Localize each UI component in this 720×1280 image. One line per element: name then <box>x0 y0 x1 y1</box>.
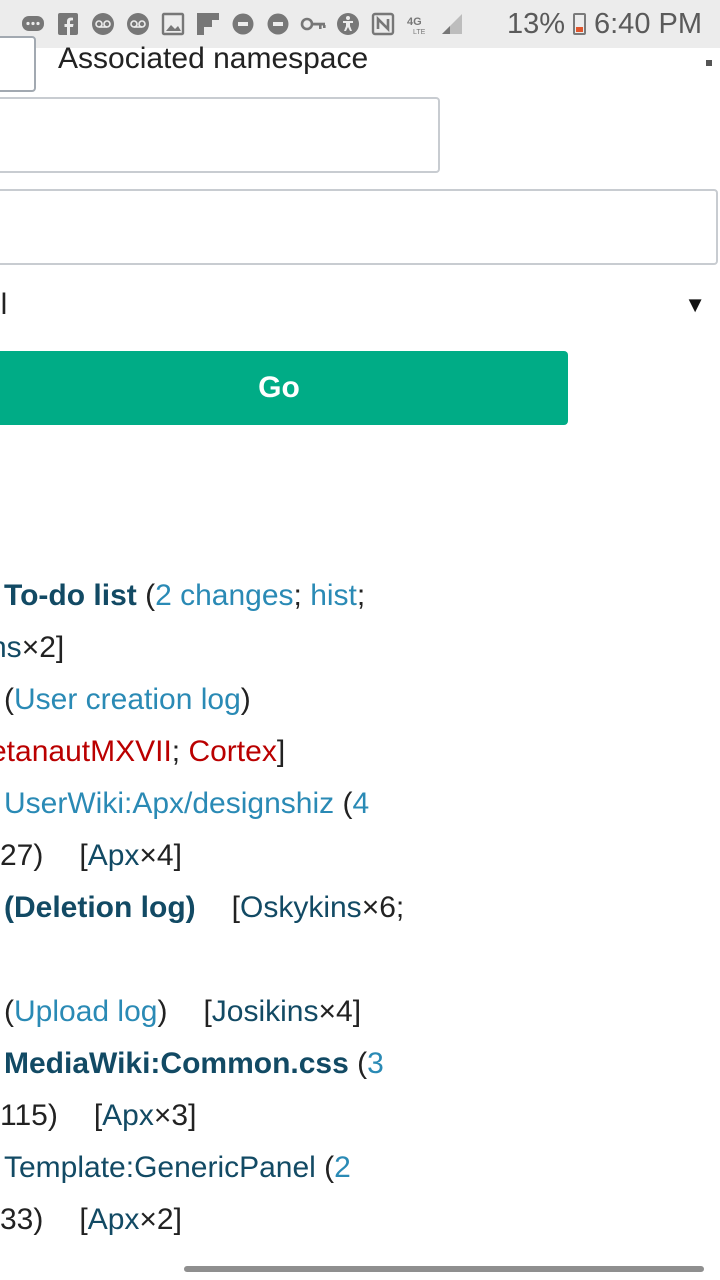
signal-icon <box>440 12 466 36</box>
change-text: ( <box>4 995 14 1028</box>
go-button[interactable]: Go <box>0 351 568 425</box>
change-line: ns×2] <box>0 622 64 674</box>
change-link[interactable]: etanautMXVII <box>0 735 172 768</box>
voicemail-icon <box>125 12 151 36</box>
clock: 6:40 PM <box>594 7 702 40</box>
circle-minus-icon <box>265 12 291 36</box>
change-text: ) <box>157 995 168 1028</box>
change-text: ; <box>356 579 366 612</box>
change-text: ×2] <box>21 631 65 664</box>
flipboard-icon <box>195 12 221 36</box>
change-text: [ <box>203 995 212 1028</box>
change-link[interactable]: ns <box>0 631 22 664</box>
accessibility-icon <box>335 12 361 36</box>
change-line: -115) [Apx×3] <box>0 1090 196 1142</box>
status-right: 13% 6:40 PM <box>507 0 702 48</box>
change-link[interactable]: Apx <box>102 1099 154 1132</box>
change-link[interactable]: 4 <box>352 787 369 820</box>
change-text: [ <box>79 839 88 872</box>
change-link[interactable]: hist <box>310 579 357 612</box>
change-text: [ <box>79 1203 88 1236</box>
change-link[interactable]: Oskykins <box>240 891 362 924</box>
change-link[interactable]: Template:GenericPanel <box>4 1151 316 1184</box>
change-link[interactable]: 2 changes <box>155 579 293 612</box>
message-icon <box>20 12 46 36</box>
voicemail-icon <box>90 12 116 36</box>
battery-icon <box>573 13 586 35</box>
change-text: ; <box>293 579 311 612</box>
change-text: ] <box>276 735 286 768</box>
change-link[interactable]: 2 <box>334 1151 351 1184</box>
change-text: ; <box>171 735 189 768</box>
horizontal-scrollbar[interactable] <box>184 1266 704 1272</box>
change-line: (Upload log) [Josikins×4] <box>4 986 361 1038</box>
change-link[interactable]: (Deletion log) <box>4 891 196 924</box>
change-text: ( <box>315 1151 335 1184</box>
svg-text:LTE: LTE <box>413 29 426 36</box>
image-icon <box>160 12 186 36</box>
battery-percent: 13% <box>506 7 565 40</box>
select-value: ll <box>0 288 8 321</box>
dropdown-arrow-icon: ▼ <box>684 292 706 317</box>
circle-minus-icon <box>230 12 256 36</box>
notification-icons: 4G LTE <box>20 0 466 48</box>
nfc-icon <box>370 12 396 36</box>
change-text: ×4] <box>318 995 362 1028</box>
change-text: ( <box>4 683 14 716</box>
lte-icon: 4G LTE <box>405 12 431 36</box>
change-text: [ <box>231 891 240 924</box>
change-link[interactable]: Apx <box>88 1203 140 1236</box>
change-text: ) <box>240 683 251 716</box>
change-line: -27) [Apx×4] <box>0 830 182 882</box>
change-link[interactable]: MediaWiki:Common.css <box>4 1047 349 1080</box>
change-line: To-do list (2 changes; hist; <box>4 570 365 622</box>
facebook-icon <box>55 12 81 36</box>
change-line: -33) [Apx×2] <box>0 1194 182 1246</box>
change-text: ×6; <box>361 891 405 924</box>
status-bar: 4G LTE 13% 6:40 PM <box>0 0 720 48</box>
change-link[interactable]: Cortex <box>188 735 276 768</box>
change-text: -115) <box>0 1099 58 1132</box>
change-text: -33) <box>0 1203 44 1236</box>
change-link[interactable]: Upload log <box>14 995 157 1028</box>
tag-filter-input[interactable] <box>0 189 718 265</box>
overflow-dot <box>706 60 712 66</box>
filter-select[interactable]: ll ▼ <box>0 280 720 336</box>
change-text: ×2] <box>139 1203 182 1236</box>
change-text: -27) <box>0 839 44 872</box>
change-text: ( <box>348 1047 368 1080</box>
change-text: ( <box>136 579 156 612</box>
associated-namespace-label: Associated namespace <box>58 42 369 75</box>
change-line: Template:GenericPanel (2 <box>4 1142 351 1194</box>
change-line: UserWiki:Apx/designshiz (4 <box>4 778 369 830</box>
change-link[interactable]: To-do list <box>4 579 137 612</box>
change-line: (Deletion log) [Oskykins×6; <box>4 882 404 934</box>
change-link[interactable]: Apx <box>88 839 140 872</box>
key-icon <box>300 12 326 36</box>
change-text: [ <box>93 1099 103 1132</box>
change-link[interactable]: UserWiki:Apx/designshiz <box>4 787 334 820</box>
change-line: MediaWiki:Common.css (3 <box>4 1038 384 1090</box>
svg-text:4G: 4G <box>407 16 422 28</box>
change-text: ( <box>334 787 353 820</box>
change-line: (User creation log) <box>4 674 251 726</box>
change-link[interactable]: 3 <box>367 1047 384 1080</box>
change-text: ×4] <box>139 839 182 872</box>
namespace-input[interactable] <box>0 97 440 173</box>
associated-namespace-checkbox[interactable] <box>0 36 36 92</box>
change-link[interactable]: Josikins <box>212 995 319 1028</box>
change-line: etanautMXVII; Cortex] <box>0 726 285 778</box>
change-link[interactable]: User creation log <box>14 683 241 716</box>
change-text: ×3] <box>153 1099 197 1132</box>
